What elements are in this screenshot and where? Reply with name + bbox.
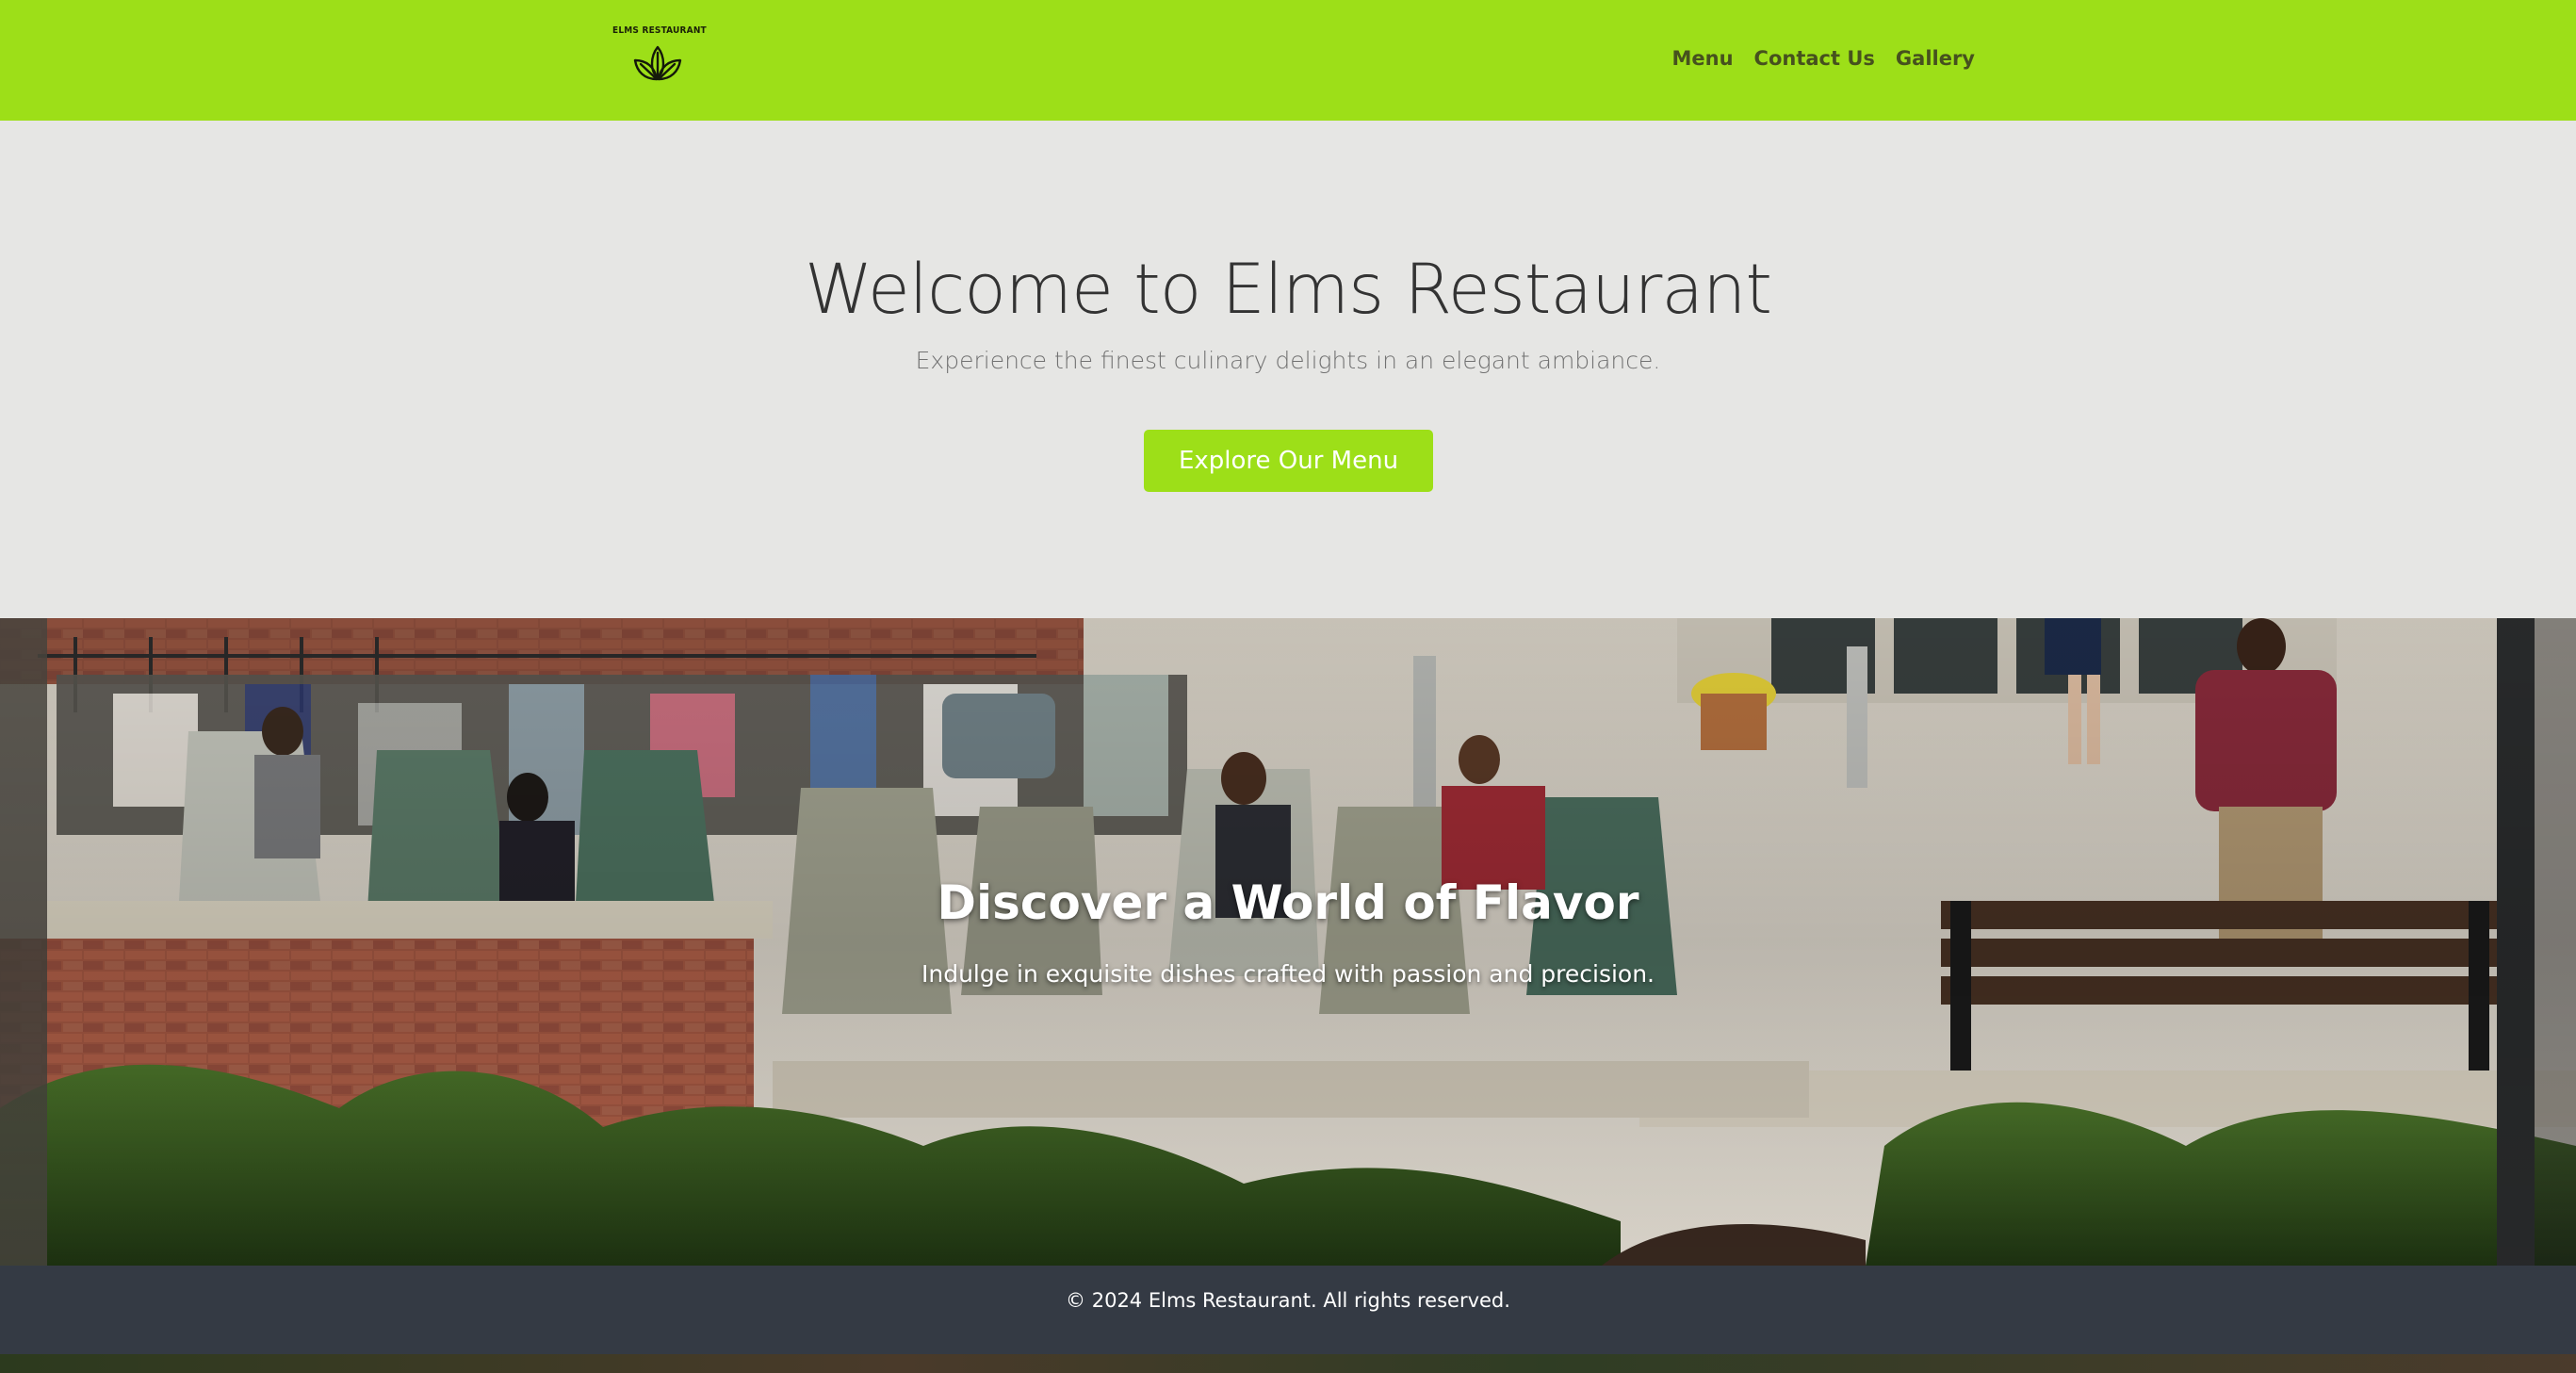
copyright-text: © 2024 Elms Restaurant. All rights reser…	[1066, 1289, 1510, 1312]
hero-subtitle: Experience the finest culinary delights …	[915, 347, 1661, 374]
nav-link-menu[interactable]: Menu	[1672, 45, 1734, 72]
footer: © 2024 Elms Restaurant. All rights reser…	[0, 1266, 2576, 1354]
hero-title: Welcome to Elms Restaurant	[804, 250, 1772, 330]
patio-dining-photo	[0, 618, 2576, 1266]
background-photo-strip	[0, 1354, 2576, 1373]
feature-section: Discover a World of Flavor Indulge in ex…	[0, 618, 2576, 1266]
leaves-icon	[633, 45, 682, 81]
explore-menu-button[interactable]: Explore Our Menu	[1144, 430, 1433, 492]
feature-subtitle: Indulge in exquisite dishes crafted with…	[921, 960, 1655, 988]
logo-link[interactable]: ELMS RESTAURANT	[612, 25, 707, 94]
nav-link-contact-us[interactable]: Contact Us	[1754, 45, 1875, 72]
nav-link-gallery[interactable]: Gallery	[1896, 45, 1975, 72]
navbar: ELMS RESTAURANT Menu Contact Us Gallery	[0, 0, 2576, 121]
hero-section: Welcome to Elms Restaurant Experience th…	[0, 121, 2576, 618]
feature-title: Discover a World of Flavor	[937, 875, 1639, 930]
logo-text: ELMS RESTAURANT	[612, 25, 707, 36]
main-nav: Menu Contact Us Gallery	[1672, 45, 1976, 72]
